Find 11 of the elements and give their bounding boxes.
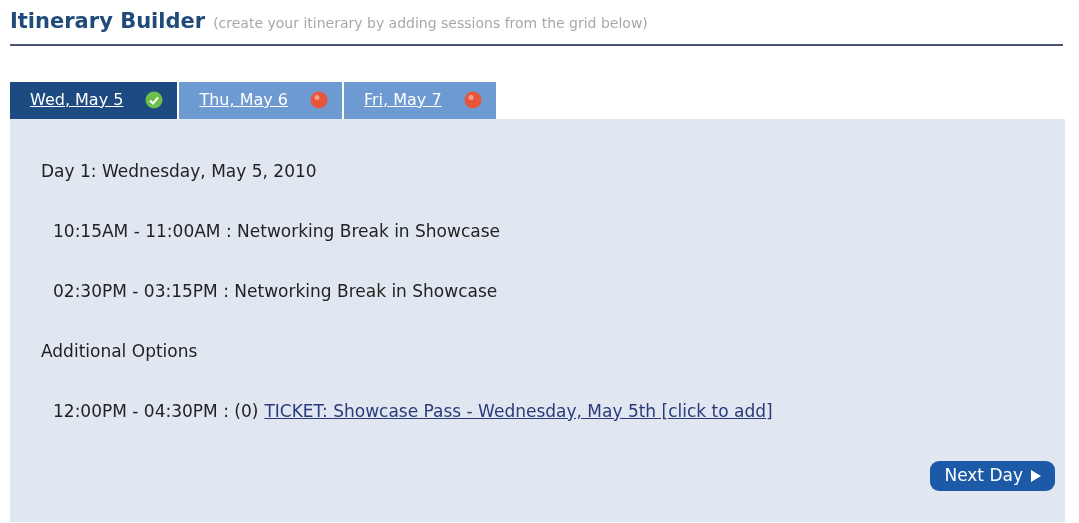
day-heading: Day 1: Wednesday, May 5, 2010 (41, 159, 318, 183)
next-day-button[interactable]: Next Day (930, 460, 1055, 491)
day-tab[interactable]: Wed, May 5 (10, 81, 178, 119)
option-time: 12:00PM - 04:30PM : (0) (53, 399, 259, 423)
session-entry: 02:30PM - 03:15PM : Networking Break in Showcase (53, 279, 499, 303)
page-title: Itinerary Builder (10, 8, 206, 35)
page-subtitle: (create your itinerary by adding sessions from the grid below) (213, 14, 648, 33)
session-entry: 10:15AM - 11:00AM : Networking Break in Showcase (53, 219, 501, 243)
section-heading: Additional Options (41, 339, 199, 363)
ticket-link[interactable]: TICKET: Showcase Pass - Wednesday, May 5th [click to add] (264, 398, 773, 425)
play-triangle-icon (1031, 469, 1041, 482)
